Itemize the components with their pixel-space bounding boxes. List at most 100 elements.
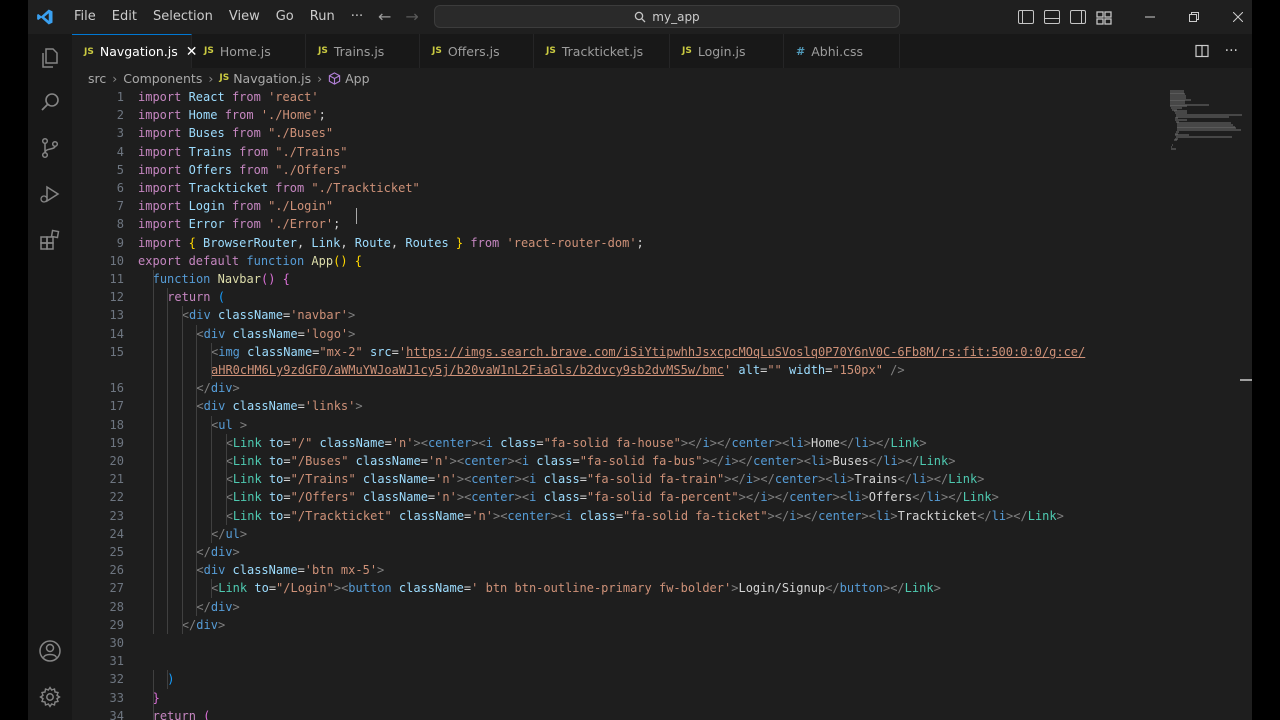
code-token: 'n': [427, 454, 450, 468]
back-arrow-icon[interactable]: ←: [378, 6, 391, 28]
code-token: ul: [225, 526, 240, 541]
search-icon[interactable]: [28, 80, 72, 124]
settings-gear-icon[interactable]: [28, 675, 72, 719]
indent-guide: [196, 324, 198, 343]
indent-guide: [167, 452, 169, 471]
code-token: >: [825, 454, 833, 468]
code-line: 24 </ul>: [72, 524, 1188, 543]
tab-label: Login.js: [697, 43, 746, 59]
code-token: ' btn btn-outline-primary fw-bolder': [471, 581, 732, 596]
line-number: 20: [109, 454, 124, 468]
indent-guide: [152, 342, 154, 361]
customize-layout-icon[interactable]: [1096, 10, 1112, 25]
menu-item-edit[interactable]: Edit: [104, 5, 145, 29]
code-token: class: [536, 454, 573, 468]
source-control-icon[interactable]: [28, 126, 72, 170]
tab-offers-js[interactable]: JS Offers.js: [420, 34, 534, 68]
restore-icon[interactable]: [1172, 0, 1216, 34]
code-token: "/Login": [276, 581, 334, 596]
code-token: from: [231, 217, 269, 232]
toggle-secondary-sidebar-icon[interactable]: [1070, 10, 1086, 24]
indent-guide: [196, 597, 198, 616]
indent-guide: [152, 524, 154, 543]
extensions-icon[interactable]: [28, 218, 72, 262]
code-token: to: [268, 508, 284, 523]
indent-guide: [196, 379, 198, 398]
more-actions-icon[interactable]: ···: [1225, 43, 1238, 59]
tab-trains-js[interactable]: JS Trains.js: [306, 34, 420, 68]
code-token: Trackticket: [897, 508, 978, 523]
breadcrumb-item-symbol[interactable]: App: [345, 71, 369, 86]
explorer-icon[interactable]: [28, 36, 72, 80]
menu-item-run[interactable]: Run: [302, 5, 343, 29]
indent-guide: [167, 579, 169, 598]
code-token: >: [348, 308, 356, 323]
split-editor-icon[interactable]: [1195, 44, 1209, 58]
tab-abhi-css[interactable]: # Abhi.css: [784, 34, 900, 68]
menu-item-file[interactable]: File: [66, 5, 104, 29]
code-token: ></: [767, 490, 790, 505]
tab-login-js[interactable]: JS Login.js: [670, 34, 784, 68]
code-token: />: [890, 363, 905, 377]
code-line: 9 import { BrowserRouter, Link, Route, Ro…: [72, 234, 1188, 252]
indent-guide: [181, 306, 183, 325]
tab-label: Trains.js: [333, 43, 385, 59]
tab-navgation-js[interactable]: JS Navgation.js ✕: [72, 34, 197, 68]
indent-guide: [152, 579, 154, 598]
code-token: </: [868, 454, 884, 468]
code-text: <div className='logo'>: [196, 325, 355, 343]
minimize-icon[interactable]: [1128, 0, 1172, 34]
indent-guide: [181, 397, 183, 416]
line-number: 7: [116, 199, 124, 214]
menu-item-view[interactable]: View: [221, 5, 268, 29]
account-icon[interactable]: [28, 629, 72, 673]
code-token: =: [579, 472, 587, 487]
indent-guide: [225, 433, 227, 452]
toggle-panel-icon[interactable]: [1044, 10, 1060, 24]
code-token: "./Trains": [275, 144, 348, 159]
code-token: to: [268, 472, 284, 487]
code-token: li: [789, 435, 804, 450]
code-token: </: [181, 617, 197, 632]
code-text: import Buses from "./Buses": [138, 124, 333, 142]
code-token: ></: [738, 490, 761, 505]
code-token: =: [283, 472, 291, 487]
toggle-primary-sidebar-icon[interactable]: [1018, 10, 1034, 24]
command-center-search[interactable]: my_app: [434, 5, 900, 28]
breadcrumb-item-file[interactable]: Navgation.js: [233, 71, 311, 86]
run-debug-icon[interactable]: [28, 172, 72, 216]
minimap[interactable]: [1166, 88, 1242, 188]
forward-arrow-icon[interactable]: →: [405, 6, 418, 28]
code-token: =: [384, 435, 392, 450]
code-token: ;: [333, 217, 341, 232]
menu-item-selection[interactable]: Selection: [145, 5, 221, 29]
scrollbar-marker[interactable]: [1240, 379, 1252, 381]
indent-guide: [167, 288, 169, 307]
js-file-icon: JS: [204, 46, 214, 56]
breadcrumb-item-src[interactable]: src: [88, 71, 106, 86]
code-editor[interactable]: 1 import React from 'react' 2 import Home f…: [72, 88, 1188, 720]
close-icon[interactable]: [1216, 0, 1252, 34]
tab-home-js[interactable]: JS Home.js: [192, 34, 306, 68]
code-token: Link: [890, 435, 920, 450]
code-token: ></: [680, 435, 703, 450]
code-token: =: [297, 326, 305, 341]
code-token: >: [232, 381, 240, 396]
code-token: center: [464, 454, 508, 468]
tab-trackticket-js[interactable]: JS Trackticket.js: [534, 34, 670, 68]
code-token: ></: [731, 454, 754, 468]
code-token: Trains: [188, 144, 240, 159]
code-token: 'logo': [304, 326, 349, 341]
code-text: function Navbar() {: [153, 270, 290, 288]
menu-item-go[interactable]: Go: [268, 5, 302, 29]
menu-item-more[interactable]: ···: [343, 5, 371, 29]
code-token: Home: [188, 108, 225, 123]
code-text: import Offers from "./Offers": [138, 161, 348, 179]
code-token: center: [818, 508, 862, 523]
code-token: div: [210, 545, 233, 559]
code-token: =: [283, 454, 291, 468]
code-token: ': [723, 363, 739, 377]
breadcrumb-item-components[interactable]: Components: [123, 71, 202, 86]
code-token: 'navbar': [290, 308, 348, 323]
code-token: ><: [456, 472, 472, 487]
